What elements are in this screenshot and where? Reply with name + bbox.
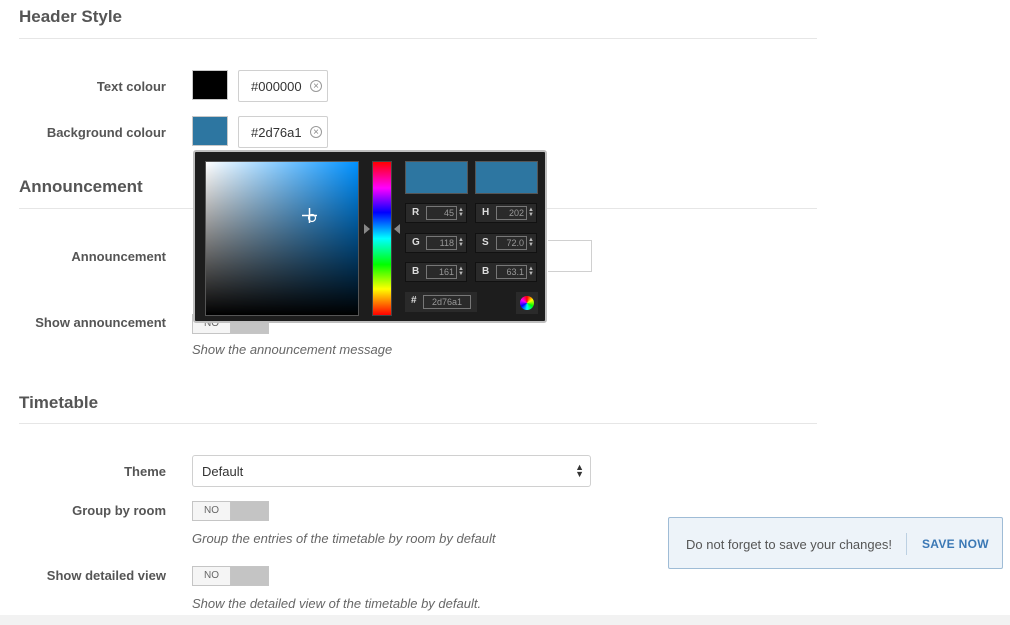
green-key: G bbox=[412, 237, 420, 248]
text-colour-input[interactable]: #000000 × bbox=[238, 70, 328, 102]
save-now-button[interactable]: SAVE NOW bbox=[922, 537, 989, 551]
new-color-preview bbox=[405, 161, 468, 194]
hex-key: # bbox=[411, 295, 417, 306]
section-title-header-style: Header Style bbox=[19, 7, 122, 26]
clear-icon[interactable]: × bbox=[310, 126, 322, 138]
brightness-value[interactable]: 63.1 bbox=[496, 265, 527, 279]
hue-field[interactable]: H 202 ▲ ▼ bbox=[475, 203, 537, 223]
hue-value[interactable]: 202 bbox=[496, 206, 527, 220]
hue-slider-arrow-right-icon bbox=[394, 224, 400, 234]
color-picker-popup: R 45 ▲ ▼ H 202 ▲ ▼ G 118 ▲ ▼ S 72.0 ▲ ▼ B 16… bbox=[193, 150, 547, 323]
announcement-label: Announcement bbox=[71, 249, 166, 264]
divider bbox=[19, 38, 817, 39]
show-detailed-view-label: Show detailed view bbox=[46, 568, 166, 583]
current-color-preview[interactable] bbox=[475, 161, 538, 194]
spinner-icon[interactable]: ▲ ▼ bbox=[528, 266, 534, 277]
hex-field[interactable]: # 2d76a1 bbox=[405, 292, 477, 312]
blue-value[interactable]: 161 bbox=[426, 265, 457, 279]
green-field[interactable]: G 118 ▲ ▼ bbox=[405, 233, 467, 253]
red-key: R bbox=[412, 207, 420, 218]
red-value[interactable]: 45 bbox=[426, 206, 457, 220]
text-colour-label: Text colour bbox=[96, 79, 166, 94]
text-colour-value: #000000 bbox=[251, 78, 302, 94]
background-colour-value: #2d76a1 bbox=[251, 124, 302, 140]
spinner-icon[interactable]: ▲ ▼ bbox=[458, 207, 464, 218]
group-by-room-label: Group by room bbox=[72, 503, 166, 518]
show-detailed-view-toggle[interactable]: NO bbox=[192, 566, 269, 586]
spinner-icon[interactable]: ▲ ▼ bbox=[528, 207, 534, 218]
section-title-announcement: Announcement bbox=[19, 177, 143, 196]
saturation-value[interactable]: 72.0 bbox=[496, 236, 527, 250]
text-colour-swatch[interactable] bbox=[192, 70, 228, 100]
theme-label: Theme bbox=[124, 464, 166, 479]
page-bottom-edge bbox=[0, 615, 1010, 625]
divider bbox=[19, 423, 817, 424]
save-reminder-message: Do not forget to save your changes! bbox=[686, 537, 892, 552]
group-by-room-toggle[interactable]: NO bbox=[192, 501, 269, 521]
blue-field[interactable]: B 161 ▲ ▼ bbox=[405, 262, 467, 282]
show-announcement-hint: Show the announcement message bbox=[192, 342, 393, 357]
divider bbox=[906, 533, 907, 555]
group-by-room-hint: Group the entries of the timetable by ro… bbox=[192, 531, 496, 546]
spinner-icon[interactable]: ▲ ▼ bbox=[458, 266, 464, 277]
background-colour-swatch[interactable] bbox=[192, 116, 228, 146]
saturation-key: S bbox=[482, 237, 489, 248]
select-caret-icon: ▲ ▼ bbox=[575, 462, 584, 479]
announcement-input[interactable] bbox=[548, 240, 592, 272]
green-value[interactable]: 118 bbox=[426, 236, 457, 250]
hue-key: H bbox=[482, 207, 490, 218]
saturation-field[interactable]: S 72.0 ▲ ▼ bbox=[475, 233, 537, 253]
red-field[interactable]: R 45 ▲ ▼ bbox=[405, 203, 467, 223]
clear-icon[interactable]: × bbox=[310, 80, 322, 92]
brightness-key: B bbox=[482, 266, 490, 277]
save-reminder-banner: Do not forget to save your changes! SAVE… bbox=[668, 517, 1003, 569]
brightness-field[interactable]: B 63.1 ▲ ▼ bbox=[475, 262, 537, 282]
section-title-timetable: Timetable bbox=[19, 393, 99, 412]
theme-select[interactable]: Default ▲ ▼ bbox=[192, 455, 591, 487]
toggle-state: NO bbox=[193, 502, 231, 520]
spinner-icon[interactable]: ▲ ▼ bbox=[458, 237, 464, 248]
background-colour-label: Background colour bbox=[46, 125, 166, 140]
toggle-knob bbox=[231, 567, 268, 585]
saturation-brightness-area[interactable] bbox=[205, 161, 359, 316]
color-wheel-button[interactable] bbox=[516, 292, 538, 314]
toggle-knob bbox=[231, 502, 268, 520]
hue-slider[interactable] bbox=[372, 161, 392, 316]
show-detailed-view-hint: Show the detailed view of the timetable … bbox=[192, 596, 482, 611]
crosshair-icon[interactable] bbox=[302, 208, 317, 223]
toggle-state: NO bbox=[193, 567, 231, 585]
background-colour-input[interactable]: #2d76a1 × bbox=[238, 116, 328, 148]
theme-value: Default bbox=[202, 463, 244, 479]
spinner-icon[interactable]: ▲ ▼ bbox=[528, 237, 534, 248]
show-announcement-label: Show announcement bbox=[35, 315, 166, 330]
hex-value[interactable]: 2d76a1 bbox=[423, 295, 471, 309]
blue-key: B bbox=[412, 266, 420, 277]
hue-slider-arrow-left-icon bbox=[364, 224, 370, 234]
color-wheel-icon bbox=[520, 296, 534, 310]
